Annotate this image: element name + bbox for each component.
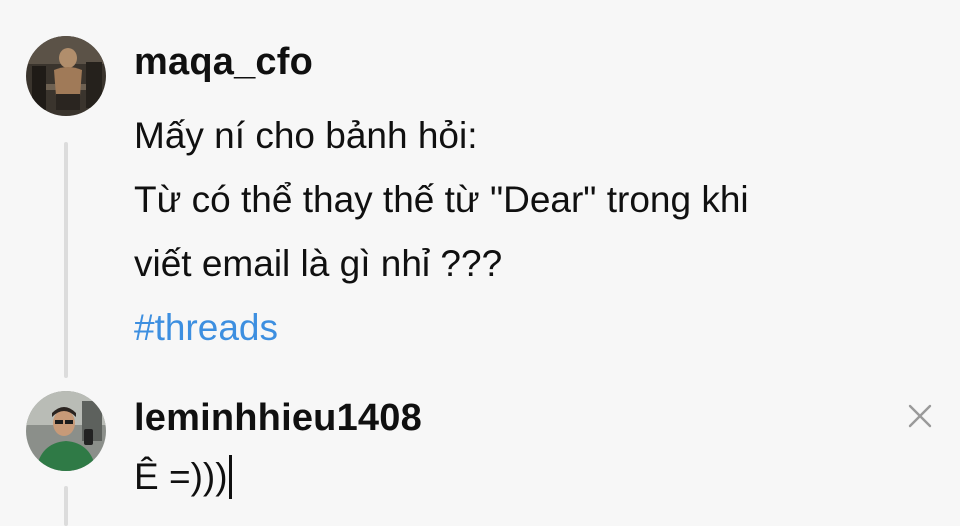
avatar[interactable] bbox=[26, 391, 106, 471]
post-line: Mấy ní cho bảnh hỏi: bbox=[134, 115, 478, 156]
post-thread-line bbox=[64, 142, 68, 378]
reply-username[interactable]: leminhhieu1408 bbox=[134, 396, 422, 440]
text-caret bbox=[228, 455, 232, 499]
post-line: Từ có thể thay thế từ "Dear" trong khi bbox=[134, 179, 749, 220]
close-icon[interactable] bbox=[904, 400, 936, 432]
post-username[interactable]: maqa_cfo bbox=[134, 40, 313, 84]
post-body: Mấy ní cho bảnh hỏi: Từ có thể thay thế … bbox=[134, 104, 944, 360]
post-line: viết email là gì nhỉ ??? bbox=[134, 243, 503, 284]
reply-input-value: Ê =))) bbox=[134, 456, 228, 497]
reply-input[interactable]: Ê =))) bbox=[134, 452, 232, 502]
hashtag-link[interactable]: #threads bbox=[134, 296, 944, 360]
avatar[interactable] bbox=[26, 36, 106, 116]
reply-thread-line bbox=[64, 486, 68, 526]
